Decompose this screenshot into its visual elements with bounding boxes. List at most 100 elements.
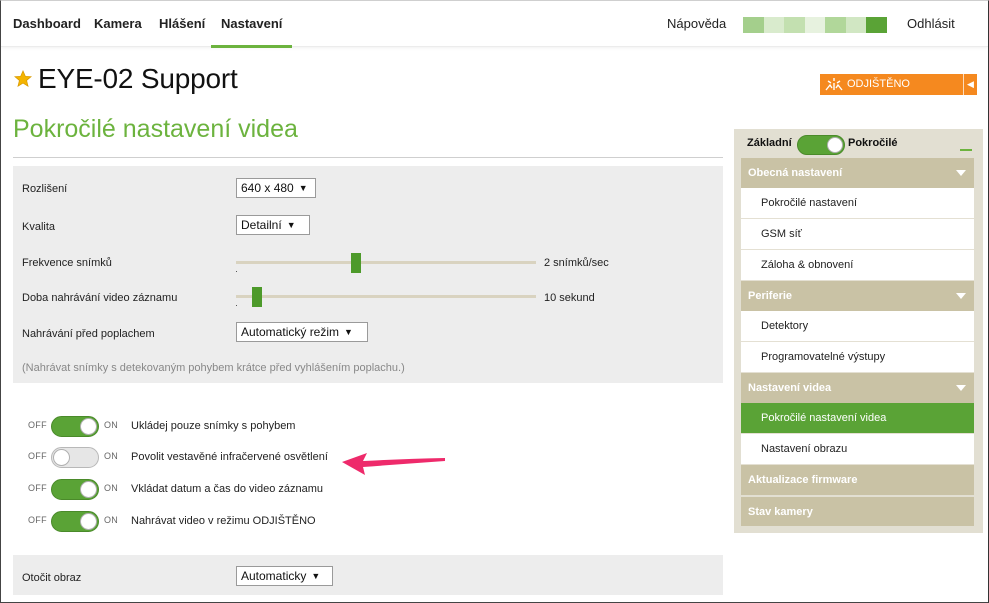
annotation-arrow-icon	[342, 453, 445, 475]
toggle-knob	[80, 513, 97, 530]
toggle-label: Vkládat datum a čas do video záznamu	[131, 483, 324, 495]
mode-advanced-label: Pokročilé	[848, 137, 898, 149]
rotate-label: Otočit obraz	[22, 572, 82, 584]
signal-segment	[845, 17, 867, 33]
nav-dashboard[interactable]: Dashboard	[13, 1, 81, 47]
signal-segment	[866, 17, 888, 33]
sidebar-item-advanced-video[interactable]: Pokročilé nastavení videa	[741, 403, 974, 434]
frame-rate-value: 2 snímků/sec	[544, 257, 609, 269]
nav-reports[interactable]: Hlášení	[159, 1, 205, 47]
chevron-down-icon: ▼	[286, 220, 296, 230]
armed-status-icon	[825, 78, 843, 91]
rotate-value: Automaticky	[241, 569, 307, 583]
toggle-knob	[827, 137, 843, 153]
resolution-select[interactable]: 640 x 480 ▼	[236, 178, 316, 198]
rotate-panel: Otočit obraz Automaticky ▼	[13, 555, 723, 595]
mode-switcher: Základní Pokročilé	[734, 129, 983, 158]
chevron-left-icon[interactable]: ◀	[963, 74, 977, 95]
frame-rate-slider[interactable]	[236, 253, 536, 273]
sidebar-section-label: Aktualizace firmware	[748, 474, 858, 486]
pre-alarm-value: Automatický režim	[241, 325, 340, 339]
toggle-knob	[53, 449, 70, 466]
title-divider	[13, 157, 723, 158]
star-icon[interactable]	[14, 70, 32, 88]
settings-sidebar: Základní Pokročilé Obecná nastavení Pokr…	[734, 129, 983, 533]
device-name: EYE-02 Support	[38, 63, 238, 94]
signal-segment	[804, 17, 826, 33]
signal-strength-bar	[743, 17, 888, 33]
slider-min-mark	[236, 305, 237, 306]
sidebar-item-outputs[interactable]: Programovatelné výstupy	[741, 342, 974, 373]
toggle-on-label: ON	[104, 451, 119, 461]
record-disarmed-toggle[interactable]	[51, 511, 99, 532]
signal-segment	[784, 17, 805, 33]
sidebar-section-peripherals[interactable]: Periferie	[741, 281, 974, 311]
slider-track	[236, 295, 536, 298]
chevron-down-icon: ▼	[298, 183, 308, 193]
sidebar-section-camera-status[interactable]: Stav kamery	[741, 496, 974, 526]
slider-thumb[interactable]	[252, 287, 262, 307]
slider-thumb[interactable]	[351, 253, 361, 273]
toggle-off-label: OFF	[28, 483, 47, 493]
sidebar-section-label: Nastavení videa	[748, 382, 832, 394]
sidebar-item-advanced-settings[interactable]: Pokročilé nastavení	[741, 188, 974, 219]
mode-basic-label: Základní	[747, 137, 792, 149]
infrared-light-toggle[interactable]	[51, 447, 99, 468]
nav-camera[interactable]: Kamera	[94, 1, 142, 47]
top-nav: Dashboard Kamera Hlášení Nastavení Nápov…	[1, 1, 988, 48]
chevron-down-icon	[956, 170, 966, 176]
toggle-on-label: ON	[104, 420, 119, 430]
pre-alarm-label: Nahrávání před poplachem	[22, 328, 155, 340]
slider-min-mark	[236, 271, 237, 272]
help-link[interactable]: Nápověda	[667, 1, 726, 47]
sidebar-item-gsm[interactable]: GSM síť	[741, 219, 974, 250]
toggle-label: Ukládej pouze snímky s pohybem	[131, 420, 296, 432]
armed-status-label: ODJIŠTĚNO	[847, 78, 910, 90]
toggle-off-label: OFF	[28, 451, 47, 461]
sidebar-item-detectors[interactable]: Detektory	[741, 311, 974, 342]
toggle-label: Povolit vestavěné infračervené osvětlení	[131, 451, 328, 463]
signal-segment	[763, 17, 785, 33]
sidebar-section-general[interactable]: Obecná nastavení	[741, 158, 974, 188]
logout-link[interactable]: Odhlásit	[907, 1, 955, 47]
page-title: Pokročilé nastavení videa	[13, 115, 298, 143]
toggle-off-label: OFF	[28, 420, 47, 430]
pre-alarm-select[interactable]: Automatický režim ▼	[236, 322, 368, 342]
toggle-off-label: OFF	[28, 515, 47, 525]
signal-segment	[825, 17, 846, 33]
record-duration-slider[interactable]	[236, 287, 536, 307]
slider-track	[236, 261, 536, 264]
resolution-value: 640 x 480	[241, 181, 294, 195]
record-duration-value: 10 sekund	[544, 292, 595, 304]
timestamp-toggle[interactable]	[51, 479, 99, 500]
toggle-on-label: ON	[104, 515, 119, 525]
signal-segment	[743, 17, 764, 33]
toggle-knob	[80, 418, 97, 435]
chevron-down-icon: ▼	[311, 571, 321, 581]
sidebar-section-label: Obecná nastavení	[748, 167, 843, 179]
app-window: Dashboard Kamera Hlášení Nastavení Nápov…	[0, 0, 989, 603]
chevron-down-icon: ▼	[344, 327, 353, 337]
rotate-select[interactable]: Automaticky ▼	[236, 566, 333, 586]
toggle-on-label: ON	[104, 483, 119, 493]
frame-rate-label: Frekvence snímků	[22, 257, 112, 269]
sidebar-item-image-settings[interactable]: Nastavení obrazu	[741, 434, 974, 465]
sidebar-section-label: Periferie	[748, 290, 793, 302]
chevron-down-icon	[956, 293, 966, 299]
sidebar-section-firmware[interactable]: Aktualizace firmware	[741, 465, 974, 495]
sidebar-section-label: Stav kamery	[748, 506, 813, 518]
quality-label: Kvalita	[22, 221, 56, 233]
nav-settings[interactable]: Nastavení	[210, 1, 293, 48]
armed-status-button[interactable]: ODJIŠTĚNO ◀	[820, 74, 977, 95]
sidebar-item-backup[interactable]: Záloha & obnovení	[741, 250, 974, 281]
sidebar-section-video[interactable]: Nastavení videa	[741, 373, 974, 403]
record-duration-label: Doba nahrávání video záznamu	[22, 292, 178, 304]
resolution-label: Rozlišení	[22, 183, 68, 195]
toggle-knob	[80, 481, 97, 498]
toggle-label: Nahrávat video v režimu ODJIŠTĚNO	[131, 515, 316, 527]
collapse-icon[interactable]	[960, 149, 972, 151]
motion-only-toggle[interactable]	[51, 416, 99, 437]
mode-toggle[interactable]	[797, 135, 845, 155]
quality-select[interactable]: Detailní ▼	[236, 215, 310, 235]
quality-value: Detailní	[241, 218, 282, 232]
